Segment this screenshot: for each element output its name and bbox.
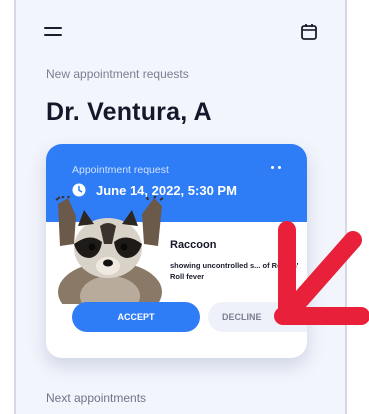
annotation-arrow-icon (274, 221, 369, 325)
more-dots-icon[interactable] (269, 162, 285, 172)
calendar-icon[interactable] (299, 22, 319, 42)
phone-screen: New appointment requests Dr. Ventura, A … (14, 0, 347, 414)
accept-button[interactable]: ACCEPT (72, 302, 200, 332)
section-subtitle: New appointment requests (46, 67, 189, 81)
pet-name: Raccoon (170, 239, 217, 251)
page-title: Dr. Ventura, A (46, 98, 212, 126)
hamburger-menu-icon[interactable] (44, 24, 62, 38)
top-bar (16, 20, 345, 44)
raccoon-photo (55, 196, 164, 304)
card-label: Appointment request (72, 164, 169, 176)
next-appointments-heading: Next appointments (46, 391, 147, 405)
clock-icon (72, 183, 86, 197)
